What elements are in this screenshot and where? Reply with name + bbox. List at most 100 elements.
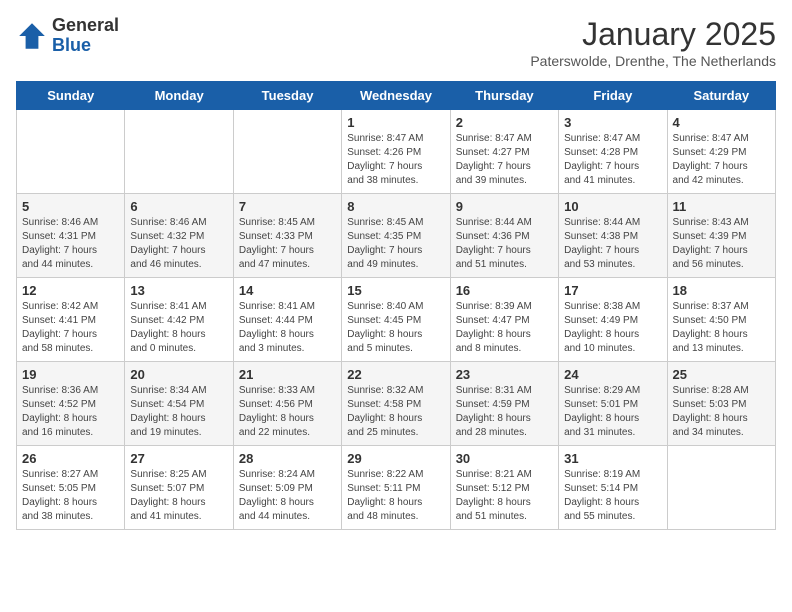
day-number: 2 <box>456 115 553 130</box>
day-number: 28 <box>239 451 336 466</box>
weekday-header-thursday: Thursday <box>450 82 558 110</box>
day-info: Sunrise: 8:37 AM Sunset: 4:50 PM Dayligh… <box>673 300 770 356</box>
day-info: Sunrise: 8:47 AM Sunset: 4:27 PM Dayligh… <box>456 132 553 188</box>
calendar-cell: 18Sunrise: 8:37 AM Sunset: 4:50 PM Dayli… <box>667 278 775 362</box>
calendar-cell: 15 Sunrise: 8:40 AM Sunset: 4:45 PM Dayli… <box>342 278 450 362</box>
weekday-header-monday: Monday <box>125 82 233 110</box>
day-info: Sunrise: 8:32 AM Sunset: 4:58 PM Dayligh… <box>347 384 444 440</box>
calendar-table: SundayMondayTuesdayWednesdayThursdayFrid… <box>16 81 776 530</box>
logo-text: General Blue <box>52 16 119 56</box>
day-number: 7 <box>239 199 336 214</box>
location-subtitle: Paterswolde, Drenthe, The Netherlands <box>530 53 776 69</box>
calendar-cell: 17 Sunrise: 8:38 AM Sunset: 4:49 PM Dayli… <box>559 278 667 362</box>
title-block: January 2025 Paterswolde, Drenthe, The N… <box>530 16 776 69</box>
day-number: 6 <box>130 199 227 214</box>
calendar-cell: 27 Sunrise: 8:25 AM Sunset: 5:07 PM Dayli… <box>125 446 233 530</box>
day-info: Sunrise: 8:21 AM Sunset: 5:12 PM Dayligh… <box>456 468 553 524</box>
calendar-header: SundayMondayTuesdayWednesdayThursdayFrid… <box>17 82 776 110</box>
day-info: Sunrise: 8:25 AM Sunset: 5:07 PM Dayligh… <box>130 468 227 524</box>
day-number: 1 <box>347 115 444 130</box>
day-info: Sunrise: 8:19 AM Sunset: 5:14 PM Dayligh… <box>564 468 661 524</box>
weekday-header-wednesday: Wednesday <box>342 82 450 110</box>
day-number: 10 <box>564 199 661 214</box>
calendar-cell <box>233 110 341 194</box>
calendar-cell: 1 Sunrise: 8:47 AM Sunset: 4:26 PM Daylig… <box>342 110 450 194</box>
calendar-cell: 28 Sunrise: 8:24 AM Sunset: 5:09 PM Dayli… <box>233 446 341 530</box>
day-number: 25 <box>673 367 770 382</box>
calendar-cell: 8 Sunrise: 8:45 AM Sunset: 4:35 PM Daylig… <box>342 194 450 278</box>
calendar-cell: 6 Sunrise: 8:46 AM Sunset: 4:32 PM Daylig… <box>125 194 233 278</box>
day-number: 4 <box>673 115 770 130</box>
calendar-cell: 24 Sunrise: 8:29 AM Sunset: 5:01 PM Dayli… <box>559 362 667 446</box>
day-info: Sunrise: 8:36 AM Sunset: 4:52 PM Dayligh… <box>22 384 119 440</box>
day-info: Sunrise: 8:47 AM Sunset: 4:29 PM Dayligh… <box>673 132 770 188</box>
day-info: Sunrise: 8:41 AM Sunset: 4:42 PM Dayligh… <box>130 300 227 356</box>
logo-general-text: General <box>52 16 119 36</box>
page-header: General Blue January 2025 Paterswolde, D… <box>16 16 776 69</box>
day-info: Sunrise: 8:44 AM Sunset: 4:36 PM Dayligh… <box>456 216 553 272</box>
calendar-cell: 12Sunrise: 8:42 AM Sunset: 4:41 PM Dayli… <box>17 278 125 362</box>
calendar-cell: 3 Sunrise: 8:47 AM Sunset: 4:28 PM Daylig… <box>559 110 667 194</box>
calendar-cell: 11Sunrise: 8:43 AM Sunset: 4:39 PM Dayli… <box>667 194 775 278</box>
day-info: Sunrise: 8:29 AM Sunset: 5:01 PM Dayligh… <box>564 384 661 440</box>
weekday-row: SundayMondayTuesdayWednesdayThursdayFrid… <box>17 82 776 110</box>
day-info: Sunrise: 8:31 AM Sunset: 4:59 PM Dayligh… <box>456 384 553 440</box>
day-info: Sunrise: 8:43 AM Sunset: 4:39 PM Dayligh… <box>673 216 770 272</box>
calendar-week-1: 1 Sunrise: 8:47 AM Sunset: 4:26 PM Daylig… <box>17 110 776 194</box>
day-number: 13 <box>130 283 227 298</box>
calendar-cell: 31 Sunrise: 8:19 AM Sunset: 5:14 PM Dayli… <box>559 446 667 530</box>
calendar-cell: 30 Sunrise: 8:21 AM Sunset: 5:12 PM Dayli… <box>450 446 558 530</box>
day-number: 20 <box>130 367 227 382</box>
calendar-body: 1 Sunrise: 8:47 AM Sunset: 4:26 PM Daylig… <box>17 110 776 530</box>
day-info: Sunrise: 8:45 AM Sunset: 4:33 PM Dayligh… <box>239 216 336 272</box>
day-info: Sunrise: 8:45 AM Sunset: 4:35 PM Dayligh… <box>347 216 444 272</box>
day-info: Sunrise: 8:46 AM Sunset: 4:31 PM Dayligh… <box>22 216 119 272</box>
calendar-cell: 13 Sunrise: 8:41 AM Sunset: 4:42 PM Dayli… <box>125 278 233 362</box>
weekday-header-friday: Friday <box>559 82 667 110</box>
day-info: Sunrise: 8:44 AM Sunset: 4:38 PM Dayligh… <box>564 216 661 272</box>
calendar-week-4: 19Sunrise: 8:36 AM Sunset: 4:52 PM Dayli… <box>17 362 776 446</box>
calendar-cell: 14Sunrise: 8:41 AM Sunset: 4:44 PM Dayli… <box>233 278 341 362</box>
day-number: 30 <box>456 451 553 466</box>
day-number: 23 <box>456 367 553 382</box>
day-info: Sunrise: 8:47 AM Sunset: 4:28 PM Dayligh… <box>564 132 661 188</box>
day-info: Sunrise: 8:40 AM Sunset: 4:45 PM Dayligh… <box>347 300 444 356</box>
month-title: January 2025 <box>530 16 776 53</box>
calendar-cell: 19Sunrise: 8:36 AM Sunset: 4:52 PM Dayli… <box>17 362 125 446</box>
day-number: 29 <box>347 451 444 466</box>
day-number: 26 <box>22 451 119 466</box>
calendar-week-5: 26 Sunrise: 8:27 AM Sunset: 5:05 PM Dayli… <box>17 446 776 530</box>
calendar-cell: 26 Sunrise: 8:27 AM Sunset: 5:05 PM Dayli… <box>17 446 125 530</box>
day-number: 15 <box>347 283 444 298</box>
calendar-cell: 10 Sunrise: 8:44 AM Sunset: 4:38 PM Dayli… <box>559 194 667 278</box>
day-info: Sunrise: 8:39 AM Sunset: 4:47 PM Dayligh… <box>456 300 553 356</box>
day-number: 22 <box>347 367 444 382</box>
day-info: Sunrise: 8:27 AM Sunset: 5:05 PM Dayligh… <box>22 468 119 524</box>
day-number: 8 <box>347 199 444 214</box>
day-number: 9 <box>456 199 553 214</box>
calendar-cell: 16Sunrise: 8:39 AM Sunset: 4:47 PM Dayli… <box>450 278 558 362</box>
day-number: 17 <box>564 283 661 298</box>
calendar-cell: 21Sunrise: 8:33 AM Sunset: 4:56 PM Dayli… <box>233 362 341 446</box>
weekday-header-tuesday: Tuesday <box>233 82 341 110</box>
calendar-cell: 2 Sunrise: 8:47 AM Sunset: 4:27 PM Daylig… <box>450 110 558 194</box>
day-number: 27 <box>130 451 227 466</box>
day-info: Sunrise: 8:22 AM Sunset: 5:11 PM Dayligh… <box>347 468 444 524</box>
day-info: Sunrise: 8:46 AM Sunset: 4:32 PM Dayligh… <box>130 216 227 272</box>
day-number: 31 <box>564 451 661 466</box>
day-info: Sunrise: 8:42 AM Sunset: 4:41 PM Dayligh… <box>22 300 119 356</box>
day-info: Sunrise: 8:47 AM Sunset: 4:26 PM Dayligh… <box>347 132 444 188</box>
day-info: Sunrise: 8:38 AM Sunset: 4:49 PM Dayligh… <box>564 300 661 356</box>
day-info: Sunrise: 8:24 AM Sunset: 5:09 PM Dayligh… <box>239 468 336 524</box>
day-number: 24 <box>564 367 661 382</box>
weekday-header-sunday: Sunday <box>17 82 125 110</box>
calendar-cell <box>667 446 775 530</box>
calendar-cell: 4 Sunrise: 8:47 AM Sunset: 4:29 PM Daylig… <box>667 110 775 194</box>
calendar-cell: 5Sunrise: 8:46 AM Sunset: 4:31 PM Daylig… <box>17 194 125 278</box>
day-number: 21 <box>239 367 336 382</box>
calendar-week-3: 12Sunrise: 8:42 AM Sunset: 4:41 PM Dayli… <box>17 278 776 362</box>
calendar-cell <box>17 110 125 194</box>
day-info: Sunrise: 8:28 AM Sunset: 5:03 PM Dayligh… <box>673 384 770 440</box>
day-number: 3 <box>564 115 661 130</box>
calendar-cell: 7 Sunrise: 8:45 AM Sunset: 4:33 PM Daylig… <box>233 194 341 278</box>
